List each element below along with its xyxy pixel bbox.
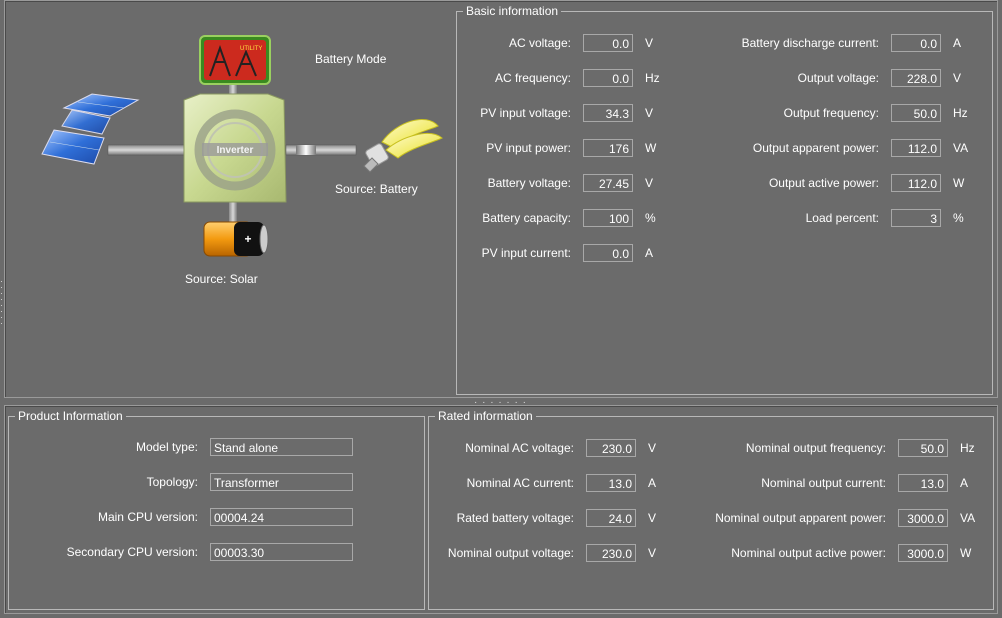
nominal-output-active-power-value[interactable]: 3000.0 (898, 544, 948, 562)
rated-information-title: Rated information (435, 409, 536, 423)
load-percent-label: Load percent: (805, 211, 879, 225)
nominal-output-frequency-value[interactable]: 50.0 (898, 439, 948, 457)
basic-information-title: Basic information (463, 4, 562, 18)
nominal-output-active-power-unit: W (960, 546, 972, 560)
output-apparent-power-unit: VA (953, 141, 969, 155)
output-active-power-label: Output active power: (768, 176, 879, 190)
pv-input-current-label: PV input current: (481, 246, 571, 260)
nominal-output-active-power-label: Nominal output active power: (731, 546, 886, 560)
output-apparent-power-value[interactable]: 112.0 (891, 139, 941, 157)
output-frequency-value[interactable]: 50.0 (891, 104, 941, 122)
load-percent-unit: % (953, 211, 964, 225)
nominal-output-current-value[interactable]: 13.0 (898, 474, 948, 492)
output-active-power-value[interactable]: 112.0 (891, 174, 941, 192)
output-apparent-power-label: Output apparent power: (752, 141, 879, 155)
nominal-output-frequency-label: Nominal output frequency: (745, 441, 886, 455)
battery-discharge-current-unit: A (953, 36, 962, 50)
nominal-output-current-label: Nominal output current: (761, 476, 886, 490)
product-information-title: Product Information (15, 409, 126, 423)
output-frequency-label: Output frequency: (783, 106, 879, 120)
load-percent-value[interactable]: 3 (891, 209, 941, 227)
battery-discharge-current-label: Battery discharge current: (741, 36, 879, 50)
svg-text:+: + (244, 232, 251, 246)
output-voltage-value[interactable]: 228.0 (891, 69, 941, 87)
input-source-label: Source: Solar (185, 272, 258, 286)
pv-input-current-unit: A (645, 246, 654, 260)
vertical-splitter-handle[interactable]: · · · · · · · · (0, 277, 4, 328)
flow-diagram: UTILITY Inverter + Battery Mode Source: … (6, 2, 452, 394)
mode-label: Battery Mode (315, 52, 387, 66)
output-voltage-unit: V (953, 71, 962, 85)
output-active-power-unit: W (953, 176, 965, 190)
output-frequency-unit: Hz (953, 106, 968, 120)
nominal-output-apparent-power-label: Nominal output apparent power: (715, 511, 886, 525)
nominal-output-current-unit: A (960, 476, 969, 490)
output-voltage-label: Output voltage: (797, 71, 879, 85)
nominal-output-frequency-unit: Hz (960, 441, 975, 455)
battery-discharge-current-value[interactable]: 0.0 (891, 34, 941, 52)
nominal-output-apparent-power-unit: VA (960, 511, 976, 525)
pv-input-current-value[interactable]: 0.0 (583, 244, 633, 262)
nominal-output-apparent-power-value[interactable]: 3000.0 (898, 509, 948, 527)
